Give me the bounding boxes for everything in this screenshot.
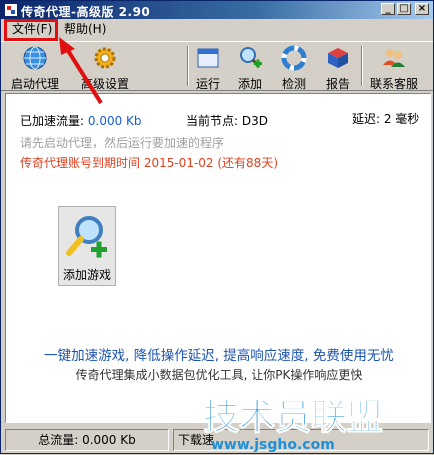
add-game-label: 添加游戏 [62,268,111,282]
maximize-button[interactable]: □ [397,3,411,15]
detect-label: 检测 [281,77,306,91]
accelerated-traffic: 已加速流量: 0.000 Kb [20,112,142,129]
total-traffic: 总流量: 0.000 Kb [5,429,169,451]
advanced-settings-label: 高级设置 [80,77,129,91]
report-button[interactable]: 报告 [321,44,355,91]
run-button[interactable]: 运行 [191,44,225,91]
app-icon [5,4,17,16]
contact-support-button[interactable]: 联系客服 [365,44,423,91]
toolbar-separator [361,46,363,86]
contact-support-label: 联系客服 [369,77,418,91]
account-expiry: 传奇代理账号到期时间 2015-01-02 (还有88天) [20,156,279,170]
magnifier-add-icon [240,47,262,68]
globe-icon [23,46,47,70]
menu-help[interactable]: 帮助(H) [61,21,109,37]
app-window: 传奇代理-高级版 2.90 _ □ × 文件(F) 帮助(H) 启动代理 高级设… [0,0,434,454]
current-node-label: 当前节点: [186,114,239,128]
title-bar: 传奇代理-高级版 2.90 _ □ × [1,1,433,19]
latency-value: 延迟: 2 毫秒 [352,112,420,126]
watermark-logo: 技术员联盟 www.jsgho.com [203,397,384,454]
box-icon [328,48,348,68]
toolbar-separator [187,46,189,86]
accelerated-traffic-value: 0.000 Kb [87,114,142,128]
watermark-url: www.jsgho.com [211,437,335,453]
add-label: 添加 [237,77,262,91]
start-proxy-button[interactable]: 启动代理 [7,44,63,91]
main-panel: 已加速流量: 0.000 Kb 当前节点: D3D 延迟: 2 毫秒 请先启动代… [5,93,431,423]
window-title: 传奇代理-高级版 2.90 [21,5,151,19]
toolbar: 启动代理 高级设置 运行 添加 检测 报告 联系客服 [1,41,433,91]
watermark-title: 技术员联盟 [203,397,383,438]
lifebuoy-icon [281,45,307,71]
accelerated-traffic-label: 已加速流量: [20,114,85,128]
minimize-button[interactable]: _ [381,3,395,15]
detect-button[interactable]: 检测 [277,44,311,91]
close-button[interactable]: × [415,3,429,15]
add-button[interactable]: 添加 [233,44,267,91]
start-proxy-label: 启动代理 [10,77,59,91]
gear-icon [94,47,116,69]
hint-text: 请先启动代理，然后运行要加速的程序 [20,136,225,150]
run-label: 运行 [195,77,220,91]
magnifier-add-icon [66,216,107,258]
report-label: 报告 [325,77,350,91]
sub-slogan: 传奇代理集成小数据包优化工具, 让你PK操作响应更快 [75,368,363,382]
advanced-settings-button[interactable]: 高级设置 [75,44,135,91]
file-menu-highlight [4,19,58,41]
menu-bar: 文件(F) 帮助(H) [1,19,433,39]
users-icon [383,49,405,67]
current-node-value: D3D [241,114,268,128]
window-icon [197,48,219,68]
slogan: 一键加速游戏, 降低操作延迟, 提高响应速度, 免费使用无忧 [44,348,394,364]
add-game-button[interactable]: 添加游戏 [58,206,116,286]
current-node: 当前节点: D3D [186,112,268,129]
